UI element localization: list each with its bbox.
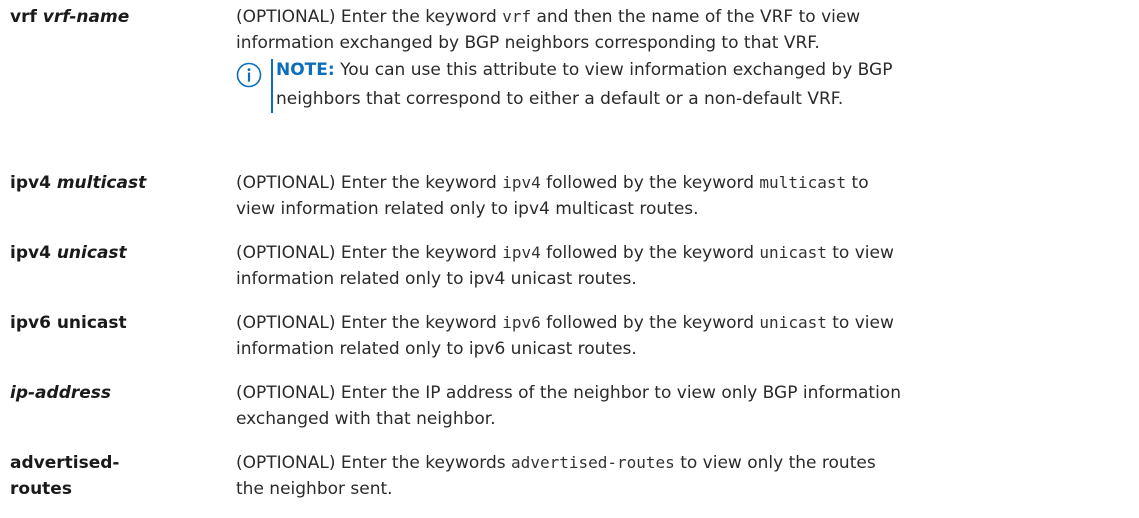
term-keyword: ipv4 [10, 173, 57, 193]
term-keyword: ipv6 unicast [10, 313, 127, 333]
desc-text: (OPTIONAL) Enter the keywords [236, 453, 512, 473]
param-row-advertised-routes: advertised-routes (OPTIONAL) Enter the k… [10, 450, 1139, 510]
note-box: NOTE: You can use this attribute to view… [236, 56, 1136, 114]
desc-code: unicast [759, 313, 827, 332]
note-text: NOTE: You can use this attribute to view… [276, 56, 1136, 114]
desc-text: the neighbor sent. [236, 479, 393, 499]
term-keyword: vrf [10, 7, 43, 27]
note-line: neighbors that correspond to either a de… [276, 89, 844, 109]
param-row-vrf: vrf vrf-name (OPTIONAL) Enter the keywor… [10, 4, 1139, 154]
param-desc-vrf: (OPTIONAL) Enter the keyword vrf and the… [236, 4, 1136, 113]
desc-text: to view [826, 243, 894, 263]
desc-text: followed by the keyword [540, 243, 760, 263]
desc-code: ipv6 [502, 313, 541, 332]
term-variable: unicast [56, 243, 127, 263]
param-term-vrf: vrf vrf-name [10, 4, 225, 30]
note-divider [271, 59, 273, 113]
param-row-ip-address: ip-address (OPTIONAL) Enter the IP addre… [10, 380, 1139, 436]
term-variable: vrf-name [42, 7, 130, 27]
desc-text: followed by the keyword [540, 173, 760, 193]
desc-code: vrf [502, 7, 532, 26]
desc-text: information related only to ipv4 unicast… [236, 269, 637, 289]
desc-code: advertised-routes [511, 453, 675, 472]
param-term-advertised-routes: advertised-routes [10, 450, 225, 502]
parameter-table: vrf vrf-name (OPTIONAL) Enter the keywor… [0, 0, 1139, 518]
desc-text: followed by the keyword [540, 313, 760, 333]
desc-text: (OPTIONAL) Enter the IP address of the n… [236, 383, 901, 403]
param-term-ipv6-unicast: ipv6 unicast [10, 310, 225, 336]
param-row-ipv4-unicast: ipv4 unicast (OPTIONAL) Enter the keywor… [10, 240, 1139, 296]
param-term-ipv4-multicast: ipv4 multicast [10, 170, 225, 196]
term-keyword: routes [10, 479, 72, 499]
desc-text: to view [826, 313, 894, 333]
term-keyword: ipv4 [10, 243, 57, 263]
param-row-ipv4-multicast: ipv4 multicast (OPTIONAL) Enter the keyw… [10, 170, 1139, 226]
desc-text: to [846, 173, 869, 193]
desc-text: view information related only to ipv4 mu… [236, 199, 699, 219]
desc-text: exchanged with that neighbor. [236, 409, 496, 429]
param-term-ip-address: ip-address [10, 380, 225, 406]
desc-text: to view only the routes [674, 453, 876, 473]
param-row-ipv6-unicast: ipv6 unicast (OPTIONAL) Enter the keywor… [10, 310, 1139, 366]
param-desc-ipv4-unicast: (OPTIONAL) Enter the keyword ipv4 follow… [236, 240, 1136, 292]
param-desc-ip-address: (OPTIONAL) Enter the IP address of the n… [236, 380, 1136, 432]
param-desc-advertised-routes: (OPTIONAL) Enter the keywords advertised… [236, 450, 1136, 502]
param-desc-ipv6-unicast: (OPTIONAL) Enter the keyword ipv6 follow… [236, 310, 1136, 362]
desc-code: multicast [759, 173, 847, 192]
desc-code: ipv4 [502, 173, 541, 192]
param-desc-ipv4-multicast: (OPTIONAL) Enter the keyword ipv4 follow… [236, 170, 1136, 222]
desc-text: (OPTIONAL) Enter the keyword [236, 173, 503, 193]
term-keyword: advertised- [10, 453, 120, 473]
desc-text: (OPTIONAL) Enter the keyword [236, 7, 503, 27]
desc-text: (OPTIONAL) Enter the keyword [236, 243, 503, 263]
desc-code: unicast [759, 243, 827, 262]
info-circle-icon [236, 62, 262, 88]
desc-text: information related only to ipv6 unicast… [236, 339, 637, 359]
note-line: You can use this attribute to view infor… [334, 60, 893, 80]
desc-code: ipv4 [502, 243, 541, 262]
desc-text: and then the name of the VRF to view [531, 7, 861, 27]
note-label: NOTE: [276, 60, 335, 80]
param-term-ipv4-unicast: ipv4 unicast [10, 240, 225, 266]
term-variable: ip-address [10, 383, 112, 403]
term-variable: multicast [56, 173, 147, 193]
desc-text: information exchanged by BGP neighbors c… [236, 33, 820, 53]
desc-text: (OPTIONAL) Enter the keyword [236, 313, 503, 333]
